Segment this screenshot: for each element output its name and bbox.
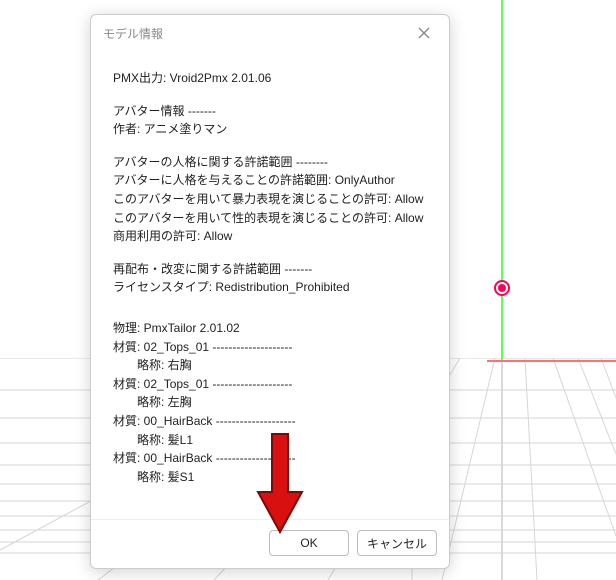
author-line: 作者: アニメ塗りマン (113, 120, 433, 139)
commercial-line: 商用利用の許可: Allow (113, 227, 433, 246)
physics-line: 物理: PmxTailor 2.01.02 (113, 319, 433, 338)
model-info-dialog: モデル情報 PMX出力: Vroid2Pmx 2.01.06 アバター情報 --… (90, 14, 450, 569)
persona-give-line: アバターに人格を与えることの許諾範囲: OnlyAuthor (113, 171, 433, 190)
origin-marker-dot (498, 284, 506, 292)
axis-y (501, 0, 503, 360)
cancel-button[interactable]: キャンセル (357, 530, 437, 556)
material-3-abbr: 略称: 髪L1 (113, 431, 433, 450)
material-4-abbr: 略称: 髪S1 (113, 468, 433, 487)
material-1-abbr: 略称: 右胸 (113, 356, 433, 375)
close-icon (418, 27, 430, 39)
close-button[interactable] (409, 21, 439, 45)
material-1: 材質: 02_Tops_01 -------------------- (113, 338, 433, 357)
material-3: 材質: 00_HairBack -------------------- (113, 412, 433, 431)
material-4: 材質: 00_HairBack -------------------- (113, 449, 433, 468)
redist-header: 再配布・改変に関する許諾範囲 ------- (113, 260, 433, 279)
pmx-output-line: PMX出力: Vroid2Pmx 2.01.06 (113, 69, 433, 88)
material-2-abbr: 略称: 左胸 (113, 393, 433, 412)
sexual-line: このアバターを用いて性的表現を演じることの許可: Allow (113, 209, 433, 228)
axis-x (487, 360, 616, 362)
ok-button[interactable]: OK (269, 530, 349, 556)
violent-line: このアバターを用いて暴力表現を演じることの許可: Allow (113, 190, 433, 209)
license-type-line: ライセンスタイプ: Redistribution_Prohibited (113, 278, 433, 297)
dialog-footer: OK キャンセル (91, 519, 449, 568)
dialog-titlebar: モデル情報 (91, 15, 449, 49)
dialog-body: PMX出力: Vroid2Pmx 2.01.06 アバター情報 ------- … (91, 49, 449, 519)
avatar-info-header: アバター情報 ------- (113, 102, 433, 121)
persona-header: アバターの人格に関する許諾範囲 -------- (113, 153, 433, 172)
dialog-title: モデル情報 (103, 25, 163, 42)
material-2: 材質: 02_Tops_01 -------------------- (113, 375, 433, 394)
